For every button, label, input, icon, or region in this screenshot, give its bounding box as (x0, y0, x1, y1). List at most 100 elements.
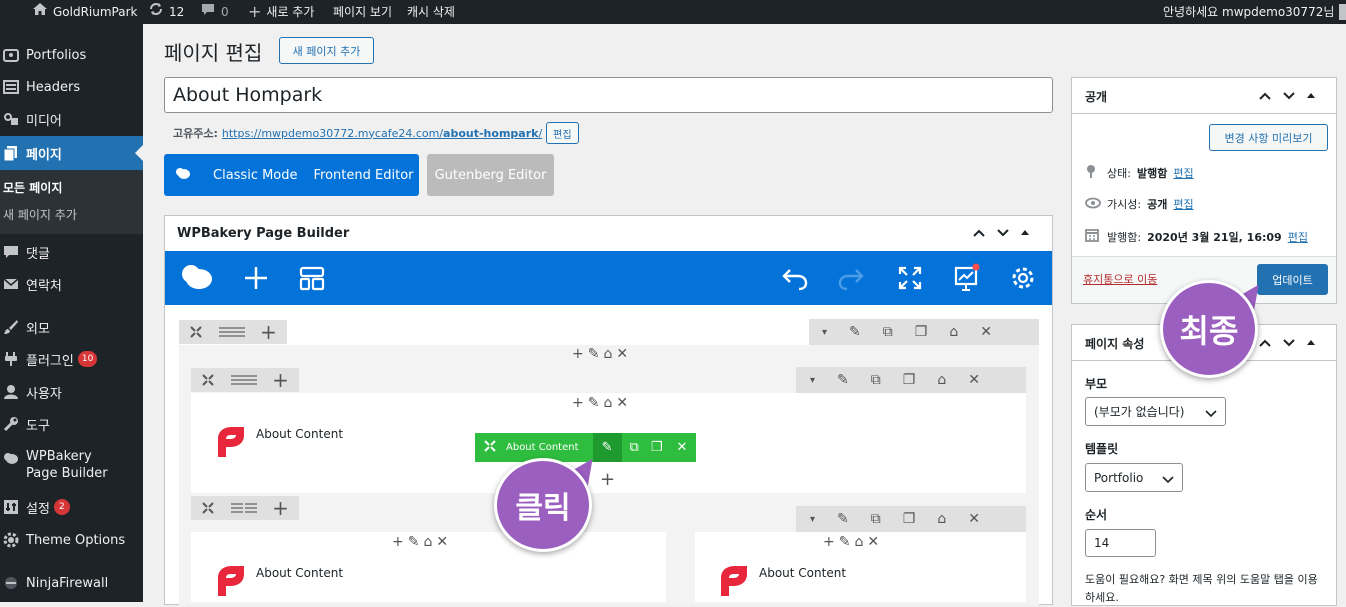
chevron-down-icon[interactable] (996, 226, 1010, 242)
delete-icon[interactable]: ⌂ (603, 395, 612, 411)
delete-icon[interactable]: ⌂ (937, 372, 946, 388)
permalink-link[interactable]: https://mwpdemo30772.mycafe24.com/about-… (222, 127, 542, 140)
settings-gear-icon[interactable] (1010, 265, 1036, 295)
sidebar-item-appearance[interactable]: 외모 (0, 312, 143, 342)
row-move-icon[interactable] (179, 320, 213, 344)
toggle-triangle-icon[interactable] (1020, 226, 1030, 242)
clone-icon[interactable]: ❐ (915, 324, 928, 340)
caret-down-icon[interactable]: ▾ (822, 327, 827, 338)
element-close-icon[interactable]: ✕ (676, 440, 687, 455)
delete-icon[interactable]: ⌂ (854, 534, 863, 550)
add-icon[interactable]: + (392, 534, 404, 550)
pencil-icon[interactable]: ✎ (588, 395, 600, 411)
pencil-icon[interactable]: ✎ (849, 324, 861, 340)
copy-icon[interactable]: ⧉ (871, 372, 881, 388)
submenu-all-pages[interactable]: 모든 페이지 (3, 179, 62, 196)
new-content-link[interactable]: + 새로 추가 (248, 0, 314, 24)
clone-icon[interactable]: ❐ (903, 511, 916, 527)
account-menu[interactable]: 안녕하세요 mwpdemo30772님 (1163, 0, 1346, 24)
frontend-editor-button[interactable]: Frontend Editor (314, 168, 414, 183)
post-title-input[interactable] (164, 77, 1053, 113)
element-copy-icon[interactable]: ⧉ (630, 440, 639, 455)
sidebar-item-settings[interactable]: 설정 2 (0, 492, 143, 522)
copy-icon[interactable]: ⧉ (883, 324, 893, 340)
toggle-triangle-icon[interactable] (1306, 336, 1316, 352)
sidebar-item-theme-options[interactable]: Theme Options (0, 525, 143, 555)
delete-icon[interactable]: ⌂ (937, 511, 946, 527)
preview-changes-button[interactable]: 변경 사항 미리보기 (1209, 124, 1328, 151)
inner-row-2-layout-icon[interactable] (225, 496, 262, 520)
undo-icon[interactable] (781, 265, 809, 295)
chevron-up-icon[interactable] (1258, 89, 1272, 105)
close-icon[interactable]: ✕ (980, 324, 992, 340)
toggle-triangle-icon[interactable] (1306, 89, 1316, 105)
clear-cache-link[interactable]: 캐시 삭제 (407, 0, 455, 24)
parent-select[interactable]: (부모가 없습니다) (1085, 397, 1226, 426)
delete-icon[interactable]: ⌂ (949, 324, 958, 340)
row-layout-icon[interactable] (213, 320, 250, 344)
templates-icon[interactable] (299, 265, 325, 295)
row-add-icon[interactable]: + (250, 320, 287, 344)
element-edit-button[interactable]: ✎ (592, 433, 622, 462)
chevron-up-icon[interactable] (1258, 336, 1272, 352)
close-icon[interactable]: ✕ (968, 511, 980, 527)
submenu-add-new[interactable]: 새 페이지 추가 (3, 206, 77, 223)
sidebar-item-tools[interactable]: 도구 (0, 409, 143, 439)
sidebar-item-partial[interactable] (0, 12, 143, 42)
classic-mode-button[interactable]: Classic Mode (213, 168, 298, 183)
visibility-edit-link[interactable]: 편집 (1173, 196, 1193, 212)
comments-link[interactable]: 0 (200, 0, 229, 24)
close-icon[interactable]: ✕ (968, 372, 980, 388)
delete-icon[interactable]: ⌂ (603, 346, 612, 362)
pencil-icon[interactable]: ✎ (588, 346, 600, 362)
copy-icon[interactable]: ⧉ (871, 511, 881, 527)
close-icon[interactable]: ✕ (867, 534, 879, 550)
published-edit-link[interactable]: 편집 (1288, 229, 1308, 245)
pencil-icon[interactable]: ✎ (837, 511, 849, 527)
move-to-trash-link[interactable]: 휴지통으로 이동 (1083, 271, 1157, 287)
permalink-edit-button[interactable]: 편집 (546, 122, 579, 144)
close-icon[interactable]: ✕ (616, 395, 628, 411)
add-icon[interactable]: + (823, 534, 835, 550)
redo-icon[interactable] (837, 265, 865, 295)
add-icon[interactable]: + (572, 395, 584, 411)
inner-row-2-add-icon[interactable]: + (262, 496, 299, 520)
element-clone-icon[interactable]: ❐ (651, 440, 663, 455)
updates-link[interactable]: 12 (148, 0, 184, 24)
sidebar-item-media[interactable]: 미디어 (0, 104, 143, 134)
status-edit-link[interactable]: 편집 (1173, 165, 1193, 181)
close-icon[interactable]: ✕ (616, 346, 628, 362)
delete-icon[interactable]: ⌂ (423, 534, 432, 550)
gutenberg-editor-button[interactable]: Gutenberg Editor (427, 154, 554, 196)
view-page-link[interactable]: 페이지 보기 (333, 0, 392, 24)
wpb-logo-icon[interactable] (181, 264, 213, 294)
add-element-icon[interactable] (243, 265, 269, 295)
seo-icon[interactable] (953, 263, 981, 297)
fullscreen-icon[interactable] (897, 265, 923, 295)
caret-down-icon[interactable]: ▾ (810, 375, 815, 386)
sidebar-item-comments[interactable]: 댓글 (0, 237, 143, 267)
inner-row-move-icon[interactable] (191, 368, 225, 392)
chevron-down-icon[interactable] (1282, 89, 1296, 105)
chevron-down-icon[interactable] (1282, 336, 1296, 352)
sidebar-item-wpbakery[interactable]: WPBakery Page Builder (0, 448, 143, 488)
add-new-page-button[interactable]: 새 페이지 추가 (279, 37, 374, 64)
add-element-plus-icon[interactable]: + (600, 469, 615, 490)
clone-icon[interactable]: ❐ (903, 372, 916, 388)
template-select[interactable]: Portfolio (1085, 463, 1183, 492)
sidebar-item-ninjafirewall[interactable]: NinjaFirewall (0, 568, 143, 598)
sidebar-item-headers[interactable]: Headers (0, 72, 143, 102)
pencil-icon[interactable]: ✎ (839, 534, 851, 550)
add-icon[interactable]: + (572, 346, 584, 362)
pencil-icon[interactable]: ✎ (408, 534, 420, 550)
sidebar-item-plugins[interactable]: 플러그인 10 (0, 344, 143, 374)
order-input[interactable] (1085, 529, 1156, 557)
sidebar-item-portfolios[interactable]: Portfolios (0, 40, 143, 70)
sidebar-item-pages[interactable]: 페이지 (0, 136, 143, 170)
caret-down-icon[interactable]: ▾ (810, 514, 815, 525)
inner-row-2-move-icon[interactable] (191, 496, 225, 520)
element-move-icon[interactable] (484, 439, 496, 456)
close-icon[interactable]: ✕ (436, 534, 448, 550)
sidebar-item-contact[interactable]: 연락처 (0, 269, 143, 299)
pencil-icon[interactable]: ✎ (837, 372, 849, 388)
